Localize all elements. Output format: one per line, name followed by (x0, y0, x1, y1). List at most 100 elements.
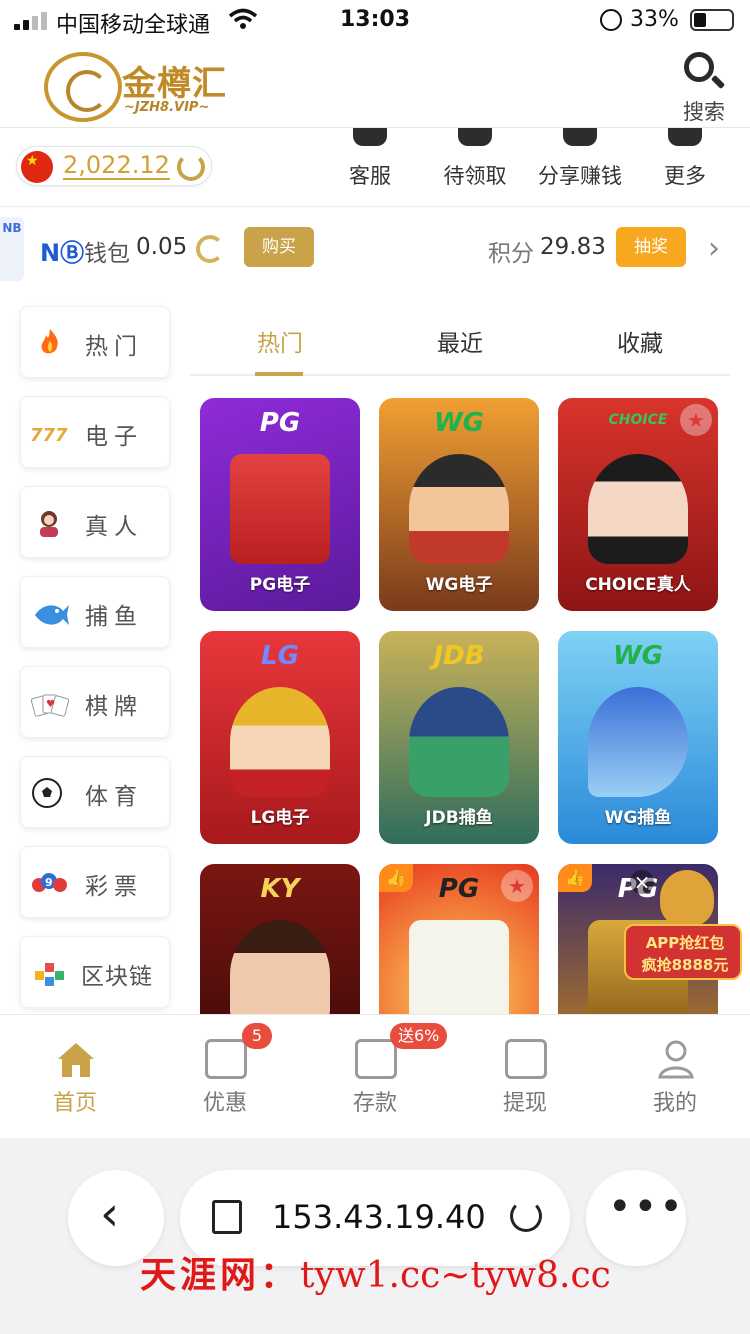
game-card-jdb-fishing[interactable]: JDB JDB捕鱼 (379, 631, 539, 844)
nb-side-tab[interactable]: NB (0, 217, 24, 281)
nav-label: 我的 (652, 1091, 697, 1116)
svg-text:9: 9 (45, 876, 53, 889)
game-tabs: 热门 最近 收藏 (190, 314, 730, 376)
points-value: 29.83 (540, 234, 606, 260)
logo[interactable]: 金樽汇 ~JZH8.VIP~ (44, 50, 234, 122)
category-label: 热门 (85, 334, 143, 360)
watermark-zh: 天涯网： (140, 1255, 301, 1296)
rotation-lock-icon (600, 9, 622, 31)
wallet-icon (355, 1039, 397, 1079)
china-flag-icon (21, 151, 53, 183)
queen-art (230, 920, 330, 1014)
balance-pill[interactable]: 2,022.12 (16, 146, 212, 186)
game-caption: LG电子 (250, 808, 310, 828)
game-card-wg-fishing[interactable]: WG WG捕鱼 (558, 631, 718, 844)
nav-withdraw[interactable]: 提现 (450, 1015, 600, 1139)
game-card-choice-live[interactable]: CHOICE ★ CHOICE真人 (558, 398, 718, 611)
account-bar: 2,022.12 客服 待领取 分享赚钱 更多 (0, 128, 750, 206)
quick-action-label: 更多 (664, 164, 706, 188)
gift-box-icon (458, 128, 492, 146)
soccer-ball-icon (32, 778, 62, 808)
quick-action-label: 分享赚钱 (538, 164, 622, 188)
reload-icon[interactable] (510, 1200, 542, 1232)
category-sports[interactable]: 体育 (20, 756, 170, 828)
game-card-wg-slots[interactable]: WG WG电子 (379, 398, 539, 611)
game-brand: JDB (433, 641, 485, 671)
close-icon[interactable]: × (630, 870, 654, 894)
live-dealer-icon (40, 511, 58, 537)
search-label: 搜索 (683, 100, 725, 124)
nav-profile[interactable]: 我的 (600, 1015, 750, 1139)
tab-hot[interactable]: 热门 (190, 324, 370, 358)
emperor-art (409, 454, 509, 564)
game-caption: WG电子 (425, 575, 493, 595)
game-brand: WG (433, 408, 485, 438)
category-blockchain[interactable]: 区块链 (20, 936, 170, 1008)
dealer-art (588, 454, 688, 564)
game-card-ky-cards[interactable]: KY (200, 864, 360, 1014)
active-tab-indicator (255, 372, 303, 376)
lucky-draw-button[interactable]: 抽奖 (616, 227, 686, 267)
game-caption: CHOICE真人 (585, 575, 691, 595)
red-envelope-promo[interactable]: × APP抢红包 疯抢8888元 (624, 870, 748, 990)
tab-recent[interactable]: 最近 (370, 324, 550, 358)
quick-action-share[interactable]: 分享赚钱 (530, 128, 630, 206)
game-card-pg-slots[interactable]: PG PG电子 (200, 398, 360, 611)
nav-promotions[interactable]: 优惠 5 (150, 1015, 300, 1139)
category-label: 体育 (85, 784, 143, 810)
favorite-star-icon[interactable]: ★ (680, 404, 712, 436)
fish-icon (35, 605, 69, 625)
tab-favorites[interactable]: 收藏 (550, 324, 730, 358)
app-header: 金樽汇 ~JZH8.VIP~ 搜索 (0, 40, 750, 128)
svg-text:♥: ♥ (46, 699, 55, 710)
watermark: 天涯网：tyw1.cc~tyw8.cc (140, 1246, 611, 1298)
mahjong-art (230, 454, 330, 564)
refresh-wallet-icon[interactable] (196, 235, 224, 263)
battery-percent: 33% (630, 7, 679, 32)
buy-button[interactable]: 购买 (244, 227, 314, 267)
points-label: 积分 (488, 241, 534, 267)
category-hot[interactable]: 热门 (20, 306, 170, 378)
logo-name: 金樽汇 (122, 64, 227, 104)
quick-action-customer-service[interactable]: 客服 (320, 128, 420, 206)
category-cards[interactable]: ♥ 棋牌 (20, 666, 170, 738)
refresh-balance-icon[interactable] (177, 153, 205, 181)
more-grid-icon (668, 128, 702, 146)
watermark-en: tyw1.cc~tyw8.cc (300, 1255, 611, 1296)
category-slots[interactable]: 777 电子 (20, 396, 170, 468)
balance-amount: 2,022.12 (63, 151, 170, 180)
game-caption: PG电子 (249, 575, 311, 595)
wallet-value: 0.05 (136, 234, 188, 260)
category-live[interactable]: 真人 (20, 486, 170, 558)
category-label: 区块链 (81, 964, 153, 990)
quick-action-label: 客服 (349, 164, 391, 188)
shark-art (588, 687, 688, 797)
search-button[interactable]: 搜索 (672, 48, 736, 124)
category-label: 捕鱼 (85, 604, 143, 630)
bottom-nav: 首页 优惠 5 存款 送6% 提现 我的 (0, 1014, 750, 1138)
profile-icon (658, 1040, 694, 1079)
quick-action-pending[interactable]: 待领取 (425, 128, 525, 206)
nav-label: 优惠 (202, 1091, 247, 1116)
home-icon (58, 1043, 94, 1077)
gift-icon (205, 1039, 247, 1079)
nav-home[interactable]: 首页 (0, 1015, 150, 1139)
game-card-lg-slots[interactable]: LG LG电子 (200, 631, 360, 844)
mahjong-tile-art (409, 920, 509, 1014)
nav-deposit[interactable]: 存款 送6% (300, 1015, 450, 1139)
game-card-pg-mahjong[interactable]: 👍 PG ★ (379, 864, 539, 1014)
chevron-right-icon[interactable]: › (708, 231, 720, 266)
category-sidebar: 热门 777 电子 真人 捕鱼 ♥ 棋牌 体育 9 彩票 区块链 (0, 286, 190, 1014)
category-lottery[interactable]: 9 彩票 (20, 846, 170, 918)
dragon-logo-icon (44, 52, 122, 122)
favorite-star-icon[interactable]: ★ (501, 870, 533, 902)
game-brand: PG (259, 408, 301, 438)
category-fishing[interactable]: 捕鱼 (20, 576, 170, 648)
category-label: 棋牌 (85, 694, 143, 720)
quick-action-label: 待领取 (443, 164, 507, 188)
status-bar: 中国移动全球通 13:03 33% (0, 0, 750, 40)
game-caption: JDB捕鱼 (425, 808, 493, 828)
quick-action-more[interactable]: 更多 (635, 128, 735, 206)
fortune-god-art (230, 687, 330, 797)
blockchain-cubes-icon (35, 963, 64, 986)
